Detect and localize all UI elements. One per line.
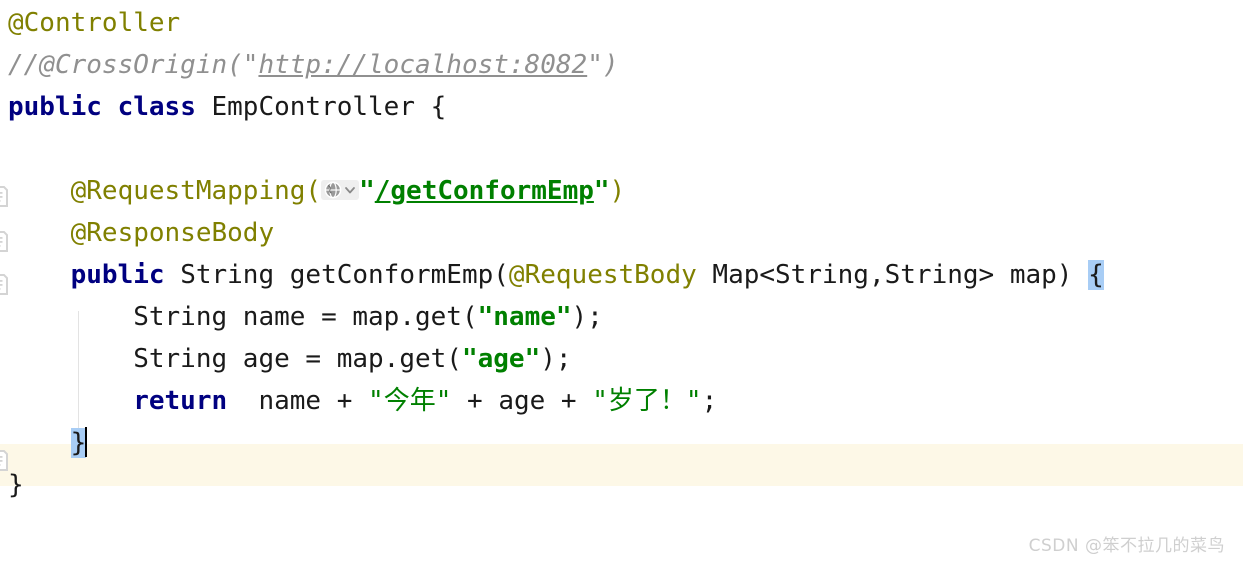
string-literal-jinnian: "今年" — [368, 386, 452, 416]
text-caret — [85, 426, 88, 457]
editor-gutter[interactable] — [0, 0, 16, 566]
return-expr-age: + age + — [451, 386, 593, 416]
class-name-empcontroller: EmpController { — [211, 92, 447, 122]
annotation-requestmapping-close: ) — [609, 176, 626, 206]
keyword-public-method: public — [8, 260, 181, 290]
line-annotation-requestmapping[interactable]: @RequestMapping( "/getConformEmp") — [0, 170, 1243, 212]
line-method-close-brace[interactable]: } — [0, 422, 1243, 464]
keyword-public: public — [8, 92, 118, 122]
line-get-age[interactable]: String age = map.get("age"); — [0, 338, 1243, 380]
annotation-requestbody: @RequestBody — [508, 260, 697, 290]
stmt-age-declaration: String age = map.get( — [8, 344, 462, 374]
brace-close-matched: } — [70, 428, 87, 458]
line-annotation-responsebody[interactable]: @ResponseBody — [0, 212, 1243, 254]
return-expr-name: name + — [227, 386, 369, 416]
comment-crossorigin-prefix: //@CrossOrigin(" — [8, 50, 259, 80]
string-literal-name: "name" — [477, 302, 572, 332]
line-get-name[interactable]: String name = map.get("name"); — [0, 296, 1243, 338]
chevron-down-icon — [345, 186, 355, 193]
string-literal-suile: "岁了！" — [592, 386, 702, 416]
globe-icon — [324, 181, 342, 198]
annotation-gutter-icon[interactable] — [0, 186, 9, 207]
param-map-declaration: Map<String,String> map) — [696, 260, 1089, 290]
keyword-return: return — [8, 386, 228, 416]
line-return-statement[interactable]: return name + "今年" + age + "岁了！"; — [0, 380, 1243, 422]
keyword-class: class — [117, 92, 212, 122]
annotation-gutter-icon[interactable] — [0, 274, 9, 295]
annotation-requestmapping-quote-close: " — [593, 176, 610, 206]
comment-crossorigin-suffix: ") — [587, 50, 619, 80]
code-editor[interactable]: @Controller //@CrossOrigin("http://localh… — [0, 0, 1243, 566]
line-class-close-brace[interactable]: } — [0, 464, 1243, 506]
brace-open-matched: { — [1088, 260, 1104, 290]
annotation-gutter-icon[interactable] — [0, 450, 9, 471]
comment-crossorigin-url[interactable]: http://localhost:8082 — [258, 50, 587, 80]
annotation-requestmapping-open: @RequestMapping( — [8, 176, 322, 206]
line-comment-crossorigin[interactable]: //@CrossOrigin("http://localhost:8082") — [0, 44, 1243, 86]
code-content[interactable]: @Controller //@CrossOrigin("http://localh… — [0, 0, 1243, 506]
line-blank-1[interactable] — [0, 128, 1243, 170]
return-type-string: String getConformEmp( — [180, 260, 509, 290]
mapping-path-value[interactable]: /getConformEmp — [375, 176, 594, 206]
string-literal-age: "age" — [461, 344, 541, 374]
annotation-gutter-icon[interactable] — [0, 231, 9, 252]
method-close-indent — [8, 428, 71, 458]
annotation-responsebody: @ResponseBody — [8, 218, 275, 248]
annotation-controller: @Controller — [8, 8, 181, 38]
stmt-age-end: ); — [540, 344, 572, 374]
line-method-signature[interactable]: public String getConformEmp(@RequestBody… — [0, 254, 1243, 296]
annotation-requestmapping-quote-open: " — [359, 176, 375, 206]
url-mapping-chooser[interactable] — [321, 179, 360, 200]
stmt-name-declaration: String name = map.get( — [8, 302, 478, 332]
line-annotation-controller[interactable]: @Controller — [0, 2, 1243, 44]
csdn-watermark: CSDN @笨不拉几的菜鸟 — [1028, 536, 1225, 556]
return-expr-end: ; — [701, 386, 718, 416]
stmt-name-end: ); — [571, 302, 603, 332]
line-class-declaration[interactable]: public class EmpController { — [0, 86, 1243, 128]
